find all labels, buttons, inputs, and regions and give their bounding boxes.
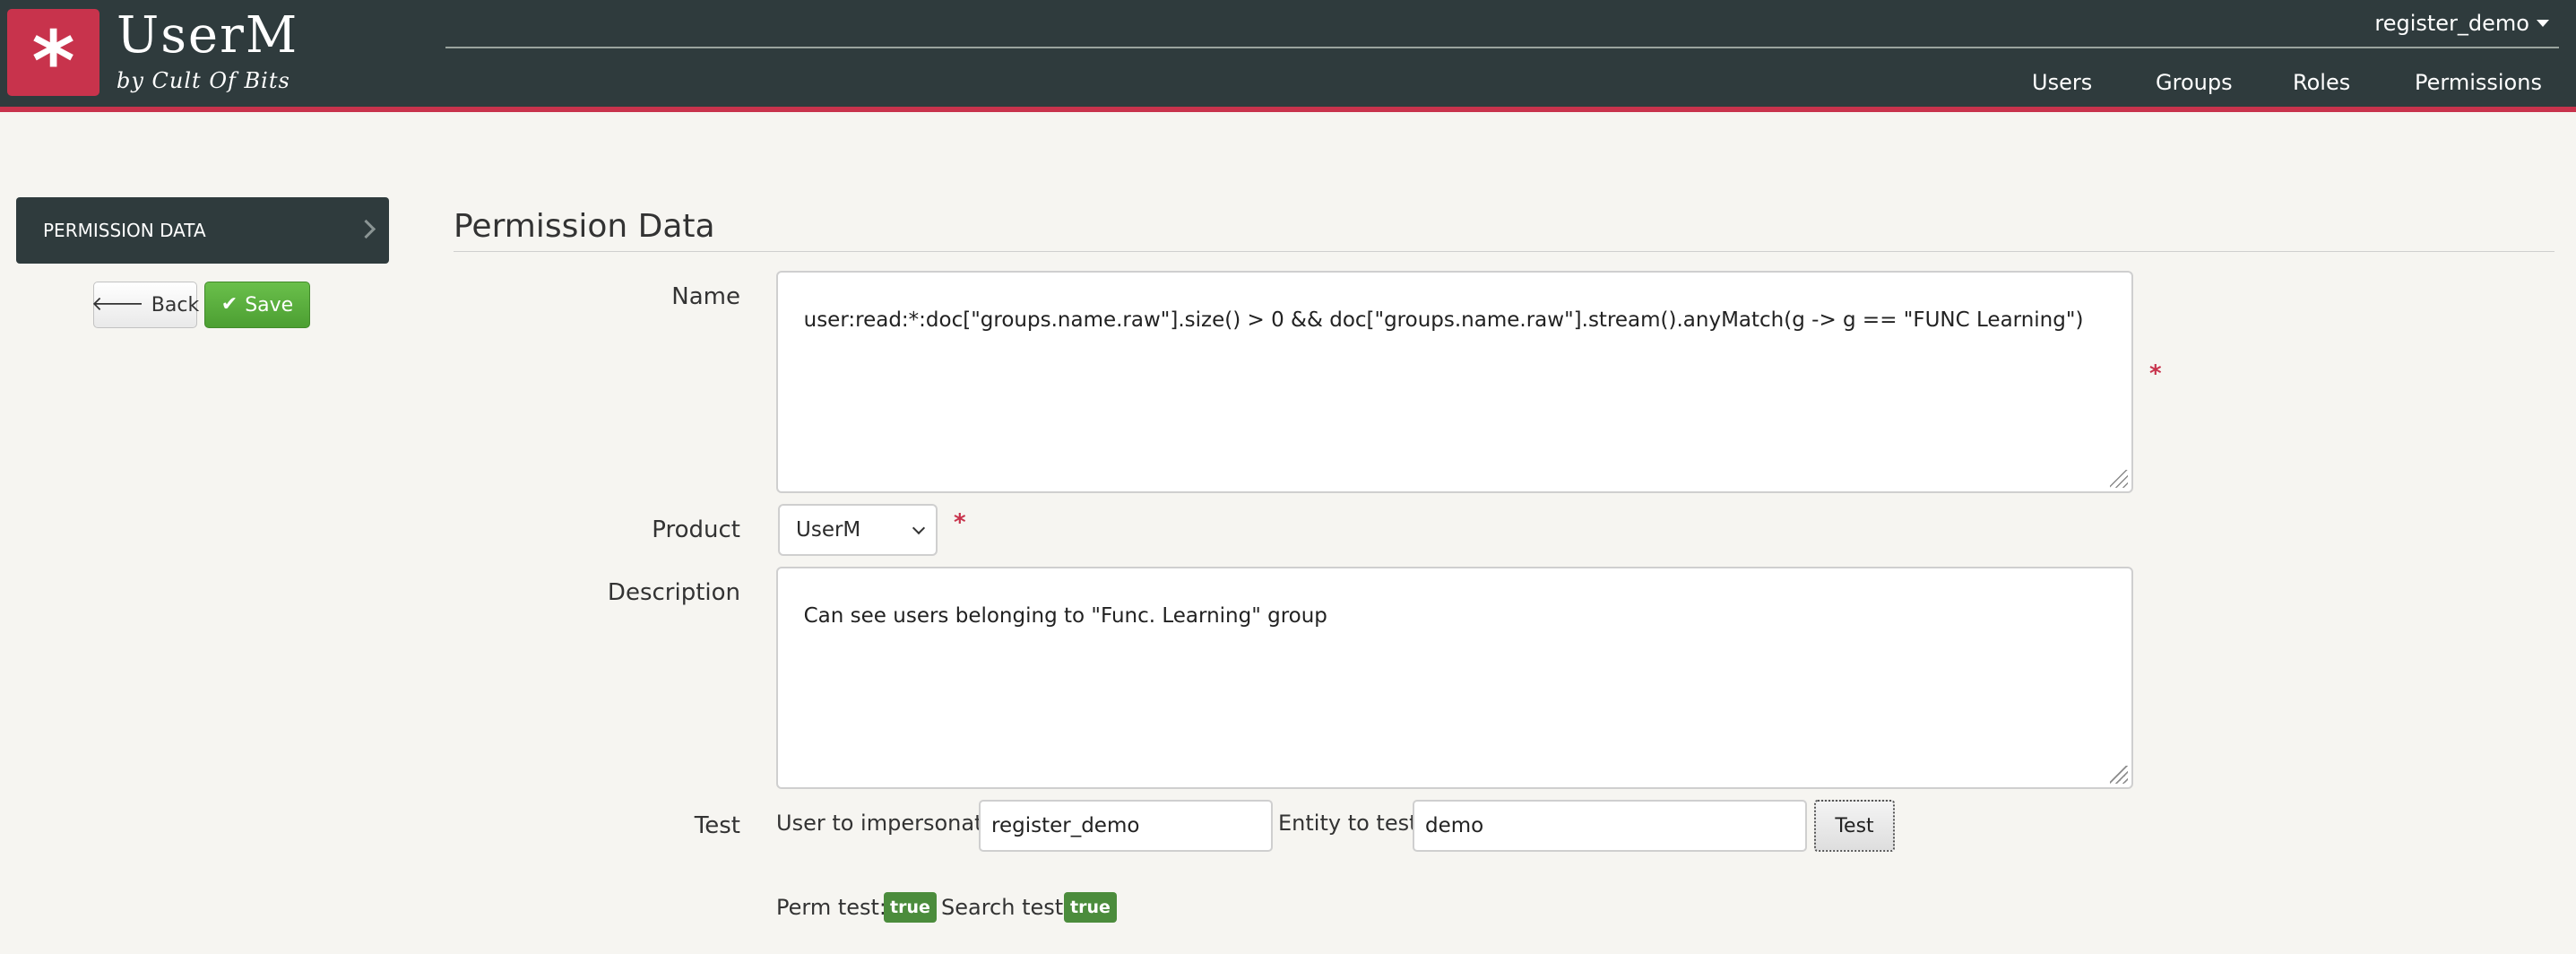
user-menu-dropdown[interactable]: register_demo — [2374, 11, 2549, 36]
product-label: Product — [652, 516, 740, 543]
test-button[interactable]: Test — [1814, 800, 1895, 852]
test-label: Test — [694, 812, 740, 839]
description-value: Can see users belonging to "Func. Learni… — [803, 604, 1327, 628]
name-value: user:read:*:doc["groups.name.raw"].size(… — [803, 308, 2084, 332]
chevron-right-icon — [356, 219, 376, 239]
chevron-down-icon — [912, 521, 926, 535]
user-menu-label: register_demo — [2374, 11, 2529, 36]
perm-test-badge: true — [884, 892, 937, 923]
brand-title[interactable]: UserM — [117, 5, 298, 65]
perm-test-label: Perm test: — [776, 895, 887, 920]
impersonate-value: register_demo — [991, 814, 1140, 837]
page-title: Permission Data — [454, 208, 715, 245]
description-textarea[interactable]: Can see users belonging to "Func. Learni… — [776, 567, 2133, 789]
save-button-label: Save — [245, 293, 294, 317]
resize-grip-icon[interactable] — [2110, 470, 2128, 488]
impersonate-label: User to impersonate — [776, 811, 997, 836]
title-divider — [454, 251, 2554, 252]
nav-permissions[interactable]: Permissions — [2415, 70, 2542, 95]
save-button[interactable]: ✔ Save — [204, 282, 310, 328]
name-label: Name — [671, 283, 740, 310]
top-header: * UserM by Cult Of Bits register_demo Us… — [0, 0, 2576, 112]
entity-value: demo — [1425, 814, 1484, 837]
caret-down-icon — [2537, 20, 2549, 27]
arrow-left-icon: 🡐 — [91, 293, 144, 316]
back-button-label: Back — [151, 293, 200, 317]
name-textarea[interactable]: user:read:*:doc["groups.name.raw"].size(… — [776, 271, 2133, 493]
header-divider — [445, 47, 2559, 48]
entity-input[interactable]: demo — [1413, 800, 1807, 852]
description-label: Description — [607, 579, 740, 606]
search-test-badge: true — [1064, 892, 1117, 923]
resize-grip-icon[interactable] — [2110, 766, 2128, 784]
nav-groups[interactable]: Groups — [2156, 70, 2233, 95]
nav-roles[interactable]: Roles — [2293, 70, 2350, 95]
sidebar-item-permission-data[interactable]: PERMISSION DATA — [16, 197, 389, 264]
search-test-label: Search test: — [941, 895, 1071, 920]
nav-users[interactable]: Users — [2032, 70, 2092, 95]
required-marker: * — [2149, 360, 2162, 387]
logo-asterisk-icon[interactable]: * — [7, 9, 99, 102]
sidebar-item-label: PERMISSION DATA — [43, 220, 206, 241]
product-select-value: UserM — [796, 518, 861, 542]
brand-subtitle: by Cult Of Bits — [117, 68, 290, 93]
product-select[interactable]: UserM — [778, 504, 938, 556]
impersonate-input[interactable]: register_demo — [979, 800, 1273, 852]
entity-label: Entity to test — [1278, 811, 1418, 836]
check-icon: ✔ — [220, 293, 238, 316]
back-button[interactable]: 🡐 Back — [91, 282, 200, 328]
required-marker: * — [954, 509, 966, 536]
